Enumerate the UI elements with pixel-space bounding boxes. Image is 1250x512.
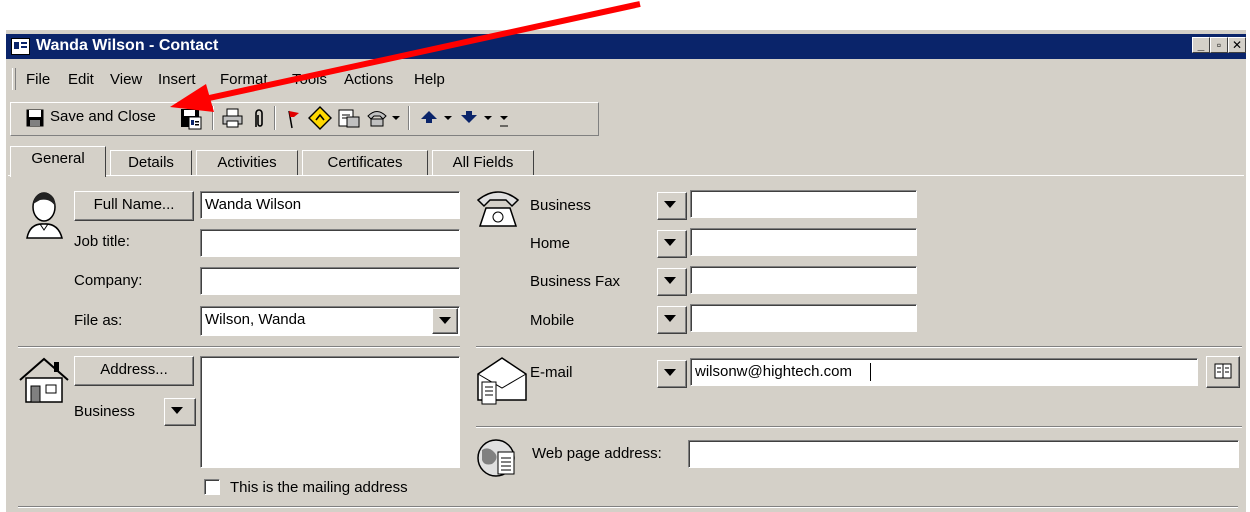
file-as-dropdown-button[interactable] [432,308,458,334]
window-title: Wanda Wilson - Contact [36,37,219,54]
phone-field-business[interactable] [690,190,917,218]
telephone-icon [476,191,520,227]
tab-general[interactable]: General [10,146,106,177]
address-book-icon [1214,363,1232,379]
new-message-icon[interactable] [338,107,360,129]
job-title-field[interactable] [200,229,460,257]
close-button[interactable]: ✕ [1228,37,1246,53]
attach-icon[interactable] [252,108,264,130]
menu-insert[interactable]: Insert [158,71,196,88]
tab-activities[interactable]: Activities [196,150,298,175]
phone-field-business-fax[interactable] [690,266,917,294]
file-as-value: Wilson, Wanda [205,311,306,328]
email-label: E-mail [530,364,573,381]
next-dropdown-icon[interactable] [484,116,492,121]
previous-icon[interactable] [420,110,438,124]
minimize-button[interactable]: _ [1192,37,1210,53]
phone-label-home: Home [530,235,571,252]
house-icon [19,357,69,403]
phone-label-business: Business [530,197,591,214]
address-book-button[interactable] [1206,356,1240,388]
web-page-field[interactable] [688,440,1239,468]
section-divider [476,426,1242,428]
company-label: Company: [74,272,143,289]
print-icon[interactable] [222,108,244,128]
previous-dropdown-icon[interactable] [444,116,452,121]
toolbar-options-icon[interactable] [500,116,508,128]
mailing-address-label: This is the mailing address [230,479,408,496]
menu-view[interactable]: View [110,71,142,88]
phone-dropdown-business[interactable] [657,192,687,220]
menu-help[interactable]: Help [414,71,445,88]
dial-dropdown-icon[interactable] [392,116,400,121]
phone-field-mobile[interactable] [690,304,917,332]
email-envelope-icon [477,357,527,405]
address-type-label: Business [74,403,135,420]
phone-field-home[interactable] [690,228,917,256]
address-button[interactable]: Address... [74,356,194,386]
full-name-button[interactable]: Full Name... [74,191,194,221]
restore-button[interactable]: ▫ [1210,37,1228,53]
contact-card-icon [11,38,30,55]
toolbar-separator [408,106,410,130]
tab-details[interactable]: Details [110,150,192,175]
email-type-dropdown[interactable] [657,360,687,388]
phone-label-business-fax: Business Fax [530,273,621,290]
phone-label-mobile: Mobile [530,312,575,329]
file-as-label: File as: [74,312,123,329]
toolbar-separator [274,106,276,130]
menu-bar: File Edit View Insert Format Tools Actio… [6,66,1246,92]
tab-all-fields[interactable]: All Fields [432,150,534,175]
company-field[interactable] [200,267,460,295]
phone-dropdown-home[interactable] [657,230,687,258]
menu-format[interactable]: Format [220,71,268,88]
web-page-label: Web page address: [532,445,662,462]
title-bar[interactable]: Wanda Wilson - Contact _ ▫ ✕ [6,34,1246,59]
job-title-label: Job title: [74,233,130,250]
phone-dropdown-business-fax[interactable] [657,268,687,296]
bottom-divider [18,506,1238,508]
web-page-icon [477,439,515,477]
person-icon [26,192,63,239]
tab-certificates[interactable]: Certificates [302,150,428,175]
menu-actions[interactable]: Actions [344,71,393,88]
menu-file[interactable]: File [26,71,50,88]
file-as-combobox[interactable]: Wilson, Wanda [200,306,460,336]
save-icon[interactable] [26,109,44,127]
toolbar-separator [212,106,214,130]
address-field[interactable] [200,356,460,468]
next-icon[interactable] [460,110,478,124]
phone-dropdown-mobile[interactable] [657,306,687,334]
tab-strip: General Details Activities Certificates … [6,146,1246,177]
tab-panel-border [8,175,1244,176]
address-type-dropdown-button[interactable] [164,398,196,426]
save-new-icon[interactable] [180,108,202,130]
activities-icon[interactable] [308,106,332,130]
full-name-field[interactable]: Wanda Wilson [200,191,460,219]
menu-tools[interactable]: Tools [292,71,327,88]
mailing-address-checkbox[interactable] [204,479,220,495]
flag-icon[interactable] [286,109,302,129]
menu-edit[interactable]: Edit [68,71,94,88]
save-and-close-button[interactable]: Save and Close [50,108,156,125]
email-field[interactable]: wilsonw@hightech.com [690,358,1198,386]
section-divider [18,346,460,348]
text-cursor [870,363,871,381]
email-value: wilsonw@hightech.com [695,363,852,380]
dial-icon[interactable] [366,108,388,128]
section-divider [476,346,1242,348]
menu-grip [12,68,16,90]
